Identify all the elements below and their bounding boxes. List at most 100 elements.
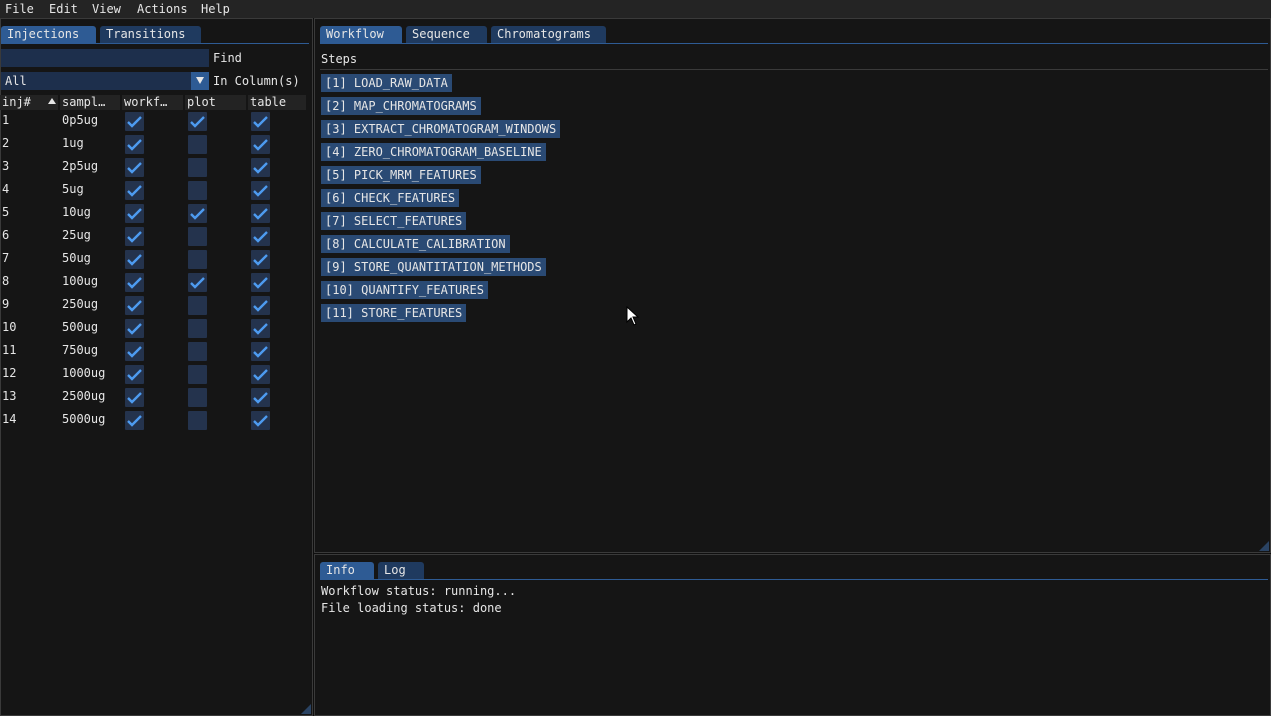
- workflow-checkbox[interactable]: [125, 204, 144, 223]
- tab-workflow[interactable]: Workflow: [320, 26, 402, 43]
- plot-checkbox[interactable]: [188, 158, 207, 177]
- plot-checkbox[interactable]: [188, 273, 207, 292]
- menu-help[interactable]: Help: [201, 1, 230, 17]
- checkmark-icon: [253, 323, 268, 335]
- workflow-step[interactable]: [7] SELECT_FEATURES: [321, 212, 467, 230]
- workflow-checkbox[interactable]: [125, 227, 144, 246]
- workflow-checkbox[interactable]: [125, 112, 144, 131]
- table-row[interactable]: 1 0p5ug: [0, 112, 308, 135]
- table-checkbox[interactable]: [251, 204, 270, 223]
- table-checkbox[interactable]: [251, 135, 270, 154]
- workflow-checkbox[interactable]: [125, 135, 144, 154]
- table-checkbox[interactable]: [251, 388, 270, 407]
- plot-checkbox[interactable]: [188, 112, 207, 131]
- workflow-checkbox[interactable]: [125, 411, 144, 430]
- tab-injections[interactable]: Injections: [1, 26, 96, 43]
- left-panel-resize-grip[interactable]: [301, 704, 311, 714]
- menu-actions[interactable]: Actions: [137, 1, 188, 17]
- workflow-step[interactable]: [11] STORE_FEATURES: [321, 304, 467, 322]
- checkmark-icon: [127, 369, 142, 381]
- plot-checkbox[interactable]: [188, 342, 207, 361]
- plot-checkbox[interactable]: [188, 411, 207, 430]
- header-inj[interactable]: inj#: [0, 95, 58, 110]
- table-checkbox[interactable]: [251, 112, 270, 131]
- table-checkbox[interactable]: [251, 250, 270, 269]
- workflow-step[interactable]: [5] PICK_MRM_FEATURES: [321, 166, 481, 184]
- workflow-step[interactable]: [4] ZERO_CHROMATOGRAM_BASELINE: [321, 143, 546, 161]
- menu-file[interactable]: File: [5, 1, 34, 17]
- find-input[interactable]: [1, 49, 209, 67]
- table-row[interactable]: 11 750ug: [0, 342, 308, 365]
- table-checkbox[interactable]: [251, 158, 270, 177]
- cell-sample: 25ug: [62, 228, 91, 242]
- tab-chromatograms[interactable]: Chromatograms: [491, 26, 606, 43]
- workflow-checkbox[interactable]: [125, 273, 144, 292]
- table-checkbox[interactable]: [251, 365, 270, 384]
- cell-sample: 250ug: [62, 297, 99, 311]
- plot-checkbox[interactable]: [188, 204, 207, 223]
- workflow-step[interactable]: [2] MAP_CHROMATOGRAMS: [321, 97, 481, 115]
- menu-view[interactable]: View: [92, 1, 121, 17]
- plot-checkbox[interactable]: [188, 227, 207, 246]
- workflow-checkbox[interactable]: [125, 388, 144, 407]
- table-row[interactable]: 13 2500ug: [0, 388, 308, 411]
- tab-transitions[interactable]: Transitions: [100, 26, 201, 43]
- plot-checkbox[interactable]: [188, 250, 207, 269]
- checkmark-icon: [127, 208, 142, 220]
- workflow-step[interactable]: [8] CALCULATE_CALIBRATION: [321, 235, 510, 253]
- checkmark-icon: [253, 392, 268, 404]
- column-select-arrow-button[interactable]: [191, 72, 209, 90]
- table-checkbox[interactable]: [251, 273, 270, 292]
- header-sample[interactable]: sampl…: [60, 95, 120, 110]
- workflow-checkbox[interactable]: [125, 296, 144, 315]
- tab-log[interactable]: Log: [378, 562, 424, 579]
- table-row[interactable]: 9 250ug: [0, 296, 308, 319]
- workflow-checkbox[interactable]: [125, 319, 144, 338]
- table-checkbox[interactable]: [251, 227, 270, 246]
- cell-sample: 5ug: [62, 182, 84, 196]
- workflow-step[interactable]: [6] CHECK_FEATURES: [321, 189, 460, 207]
- tab-sequence[interactable]: Sequence: [406, 26, 487, 43]
- table-checkbox[interactable]: [251, 296, 270, 315]
- workflow-step[interactable]: [10] QUANTIFY_FEATURES: [321, 281, 488, 299]
- table-row[interactable]: 10 500ug: [0, 319, 308, 342]
- plot-checkbox[interactable]: [188, 135, 207, 154]
- plot-checkbox[interactable]: [188, 296, 207, 315]
- table-checkbox[interactable]: [251, 411, 270, 430]
- header-table[interactable]: table: [248, 95, 306, 110]
- table-row[interactable]: 3 2p5ug: [0, 158, 308, 181]
- table-row[interactable]: 8 100ug: [0, 273, 308, 296]
- checkmark-icon: [127, 231, 142, 243]
- header-workflow[interactable]: workf…: [122, 95, 183, 110]
- plot-checkbox[interactable]: [188, 388, 207, 407]
- table-row[interactable]: 7 50ug: [0, 250, 308, 273]
- table-row[interactable]: 14 5000ug: [0, 411, 308, 434]
- workflow-checkbox[interactable]: [125, 158, 144, 177]
- checkmark-icon: [127, 300, 142, 312]
- workflow-checkbox[interactable]: [125, 250, 144, 269]
- plot-checkbox[interactable]: [188, 181, 207, 200]
- workflow-checkbox[interactable]: [125, 181, 144, 200]
- header-plot[interactable]: plot: [185, 95, 246, 110]
- workflow-step[interactable]: [3] EXTRACT_CHROMATOGRAM_WINDOWS: [321, 120, 561, 138]
- column-select[interactable]: All: [1, 72, 209, 90]
- workflow-step[interactable]: [1] LOAD_RAW_DATA: [321, 74, 452, 92]
- workflow-checkbox[interactable]: [125, 342, 144, 361]
- plot-checkbox[interactable]: [188, 319, 207, 338]
- checkmark-icon: [127, 162, 142, 174]
- table-row[interactable]: 5 10ug: [0, 204, 308, 227]
- table-checkbox[interactable]: [251, 319, 270, 338]
- workflow-checkbox[interactable]: [125, 365, 144, 384]
- table-row[interactable]: 2 1ug: [0, 135, 308, 158]
- main-panel-resize-grip[interactable]: [1259, 541, 1269, 551]
- tab-info[interactable]: Info: [320, 562, 374, 579]
- plot-checkbox[interactable]: [188, 365, 207, 384]
- table-checkbox[interactable]: [251, 342, 270, 361]
- table-row[interactable]: 12 1000ug: [0, 365, 308, 388]
- workflow-step[interactable]: [9] STORE_QUANTITATION_METHODS: [321, 258, 546, 276]
- table-row[interactable]: 6 25ug: [0, 227, 308, 250]
- table-checkbox[interactable]: [251, 181, 270, 200]
- table-row[interactable]: 4 5ug: [0, 181, 308, 204]
- menu-edit[interactable]: Edit: [49, 1, 78, 17]
- cell-sample: 2p5ug: [62, 159, 99, 173]
